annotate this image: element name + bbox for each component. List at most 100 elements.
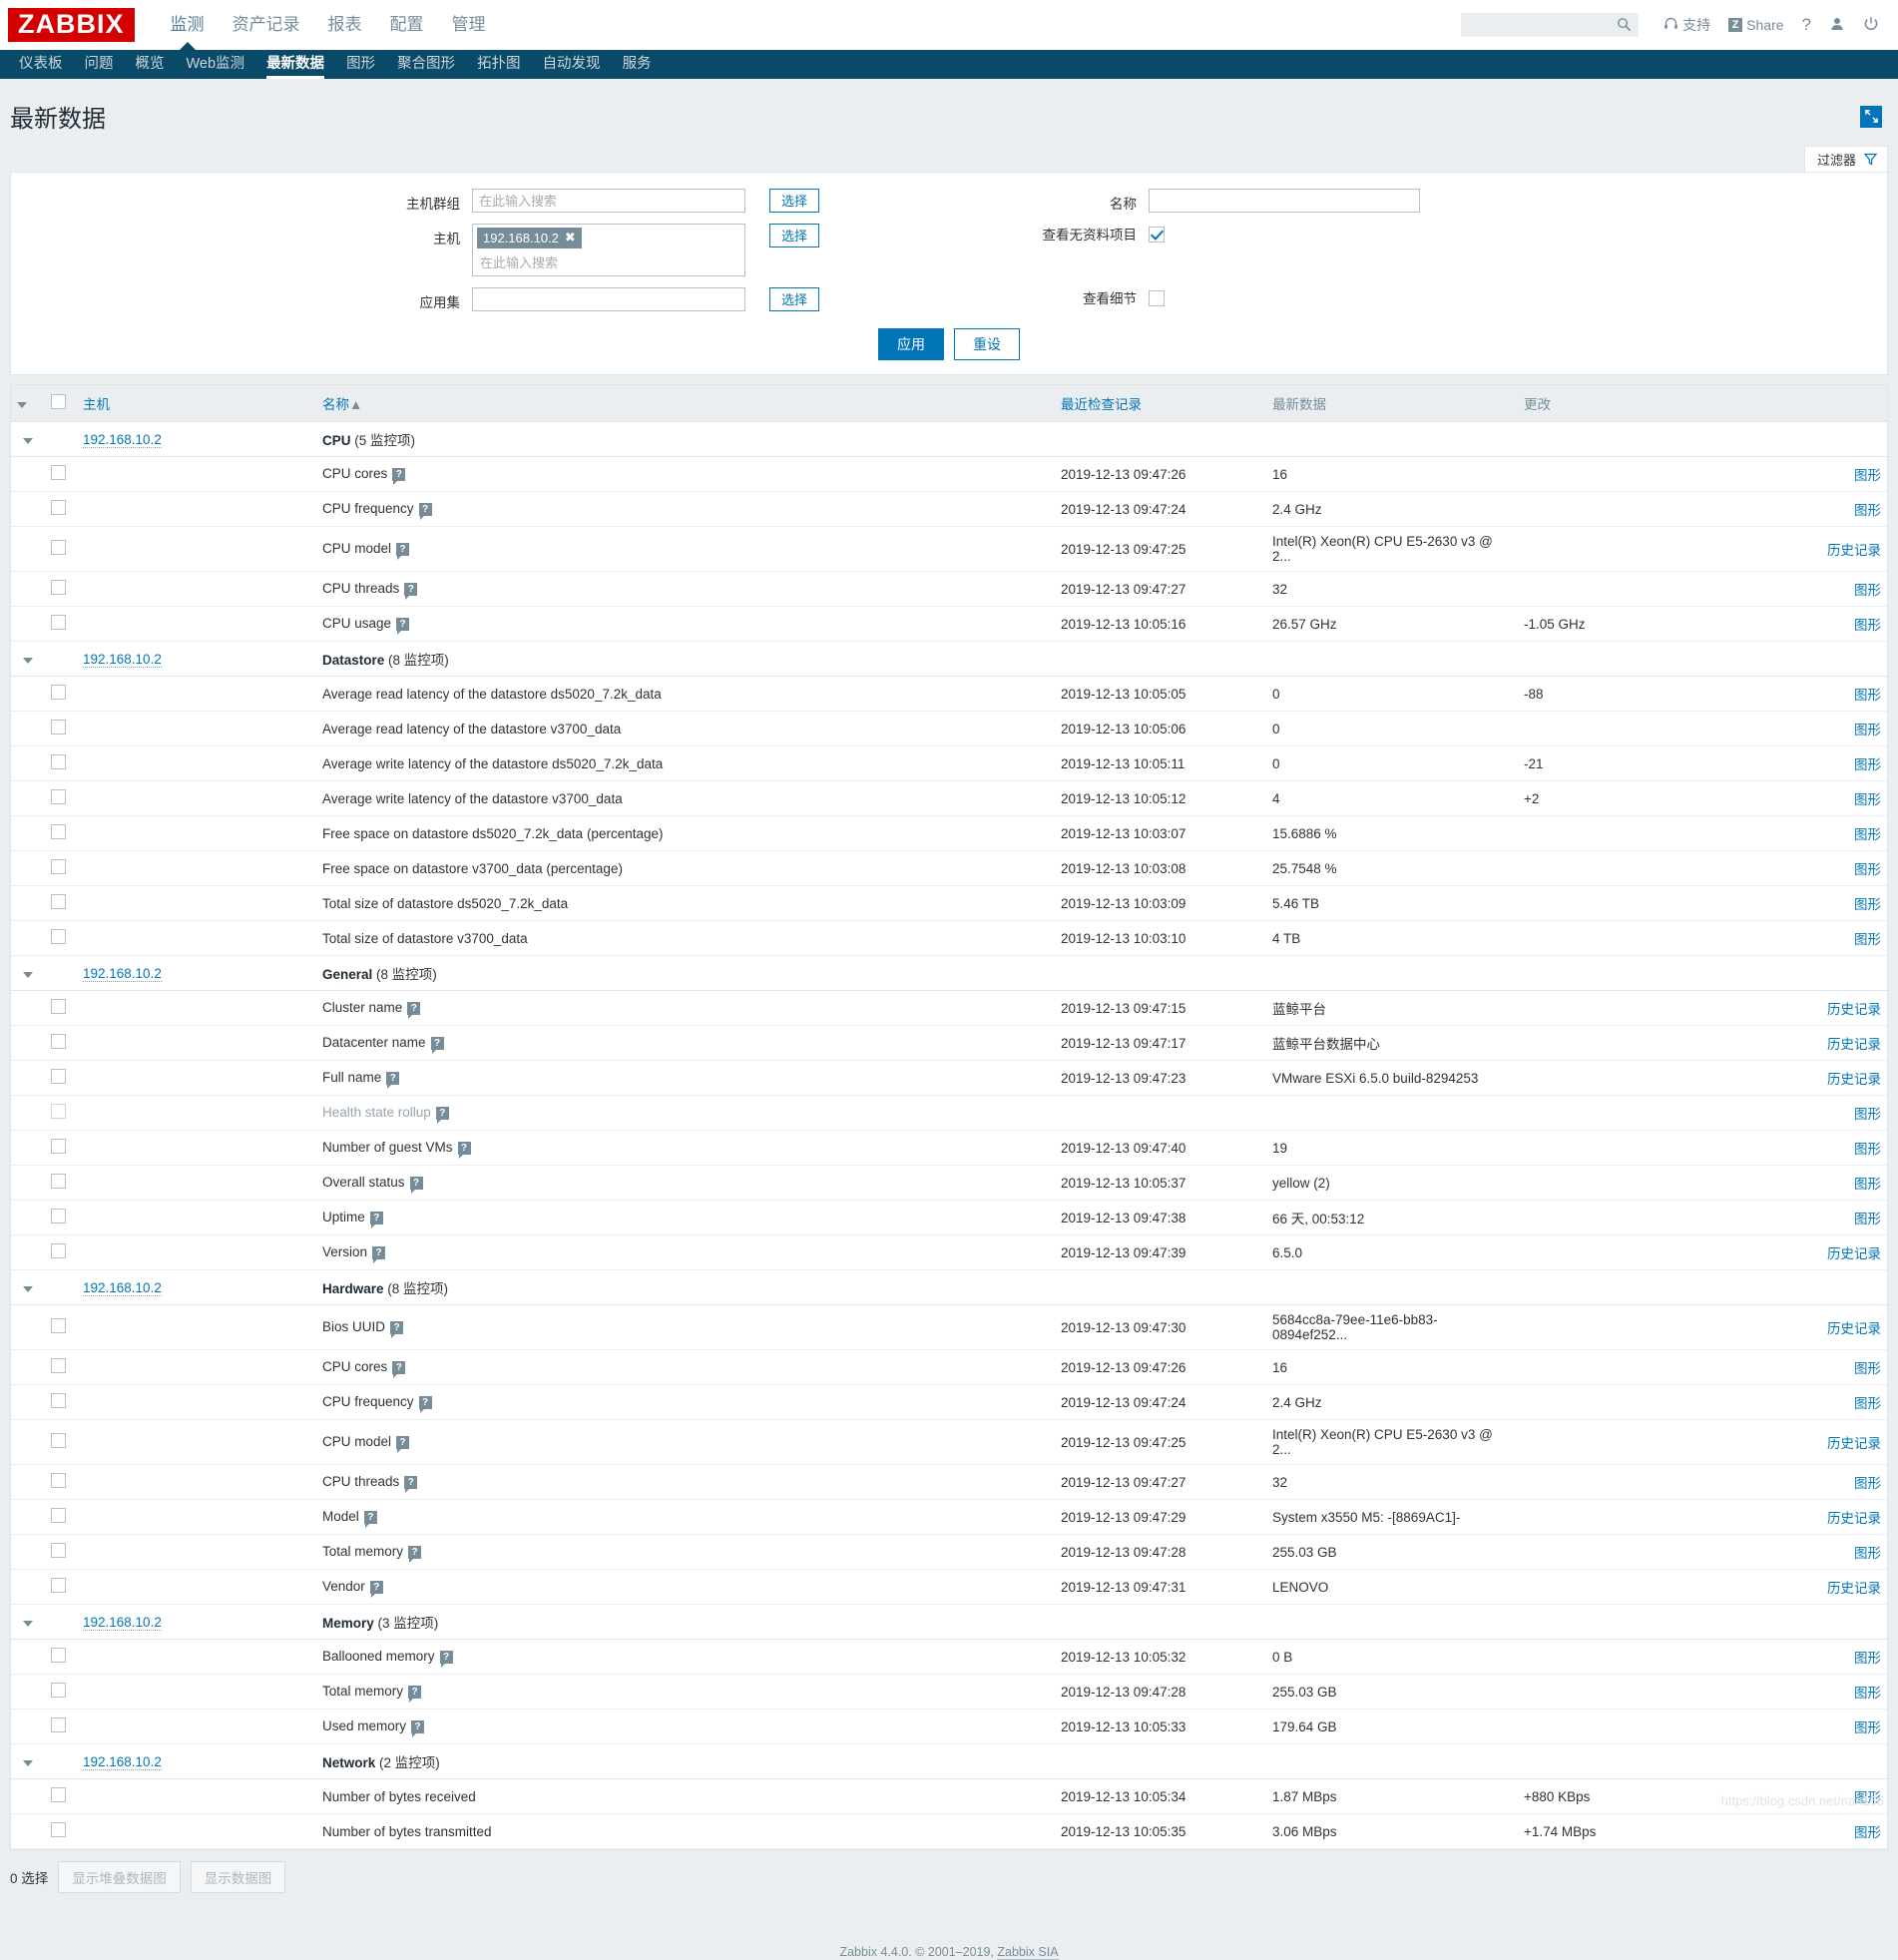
row-checkbox[interactable] [51, 894, 66, 909]
select-all-checkbox[interactable] [51, 394, 66, 409]
help-link[interactable]: ? [1793, 15, 1820, 35]
hostgroup-select-button[interactable]: 选择 [769, 189, 819, 213]
chevron-down-icon[interactable] [23, 1286, 33, 1292]
host-link[interactable]: 192.168.10.2 [83, 1754, 162, 1770]
row-checkbox[interactable] [51, 824, 66, 839]
zabbix-logo[interactable]: ZABBIX [8, 8, 135, 42]
share-link[interactable]: Z Share [1719, 17, 1792, 33]
filter-tab[interactable]: 过滤器 [1804, 146, 1888, 172]
application-select-button[interactable]: 选择 [769, 287, 819, 311]
main-menu-item-3[interactable]: 配置 [376, 0, 438, 50]
row-checkbox[interactable] [51, 1683, 66, 1698]
row-checkbox-cell[interactable] [45, 1420, 77, 1465]
row-action-link[interactable]: 图形 [1854, 1177, 1881, 1192]
row-checkbox-cell[interactable] [45, 816, 77, 851]
row-checkbox[interactable] [51, 1473, 66, 1488]
row-action-link[interactable]: 历史记录 [1827, 1246, 1881, 1261]
row-checkbox[interactable] [51, 1209, 66, 1224]
row-checkbox[interactable] [51, 1139, 66, 1154]
row-checkbox-cell[interactable] [45, 677, 77, 712]
row-checkbox[interactable] [51, 754, 66, 769]
row-checkbox-cell[interactable] [45, 1201, 77, 1235]
info-question-icon[interactable]: ? [408, 1546, 421, 1559]
row-action-link[interactable]: 图形 [1854, 827, 1881, 842]
sub-menu-item-7[interactable]: 拓扑图 [466, 50, 532, 79]
info-question-icon[interactable]: ? [408, 1686, 421, 1699]
row-checkbox-cell[interactable] [45, 1305, 77, 1350]
info-question-icon[interactable]: ? [436, 1107, 449, 1120]
host-link[interactable]: 192.168.10.2 [83, 1280, 162, 1296]
info-question-icon[interactable]: ? [440, 1651, 453, 1664]
name-column-header[interactable]: 名称▲ [316, 385, 1055, 422]
row-checkbox[interactable] [51, 1578, 66, 1593]
row-checkbox-cell[interactable] [45, 572, 77, 607]
row-checkbox[interactable] [51, 580, 66, 595]
row-checkbox-cell[interactable] [45, 1500, 77, 1535]
row-checkbox-cell[interactable] [45, 921, 77, 956]
row-checkbox[interactable] [51, 1393, 66, 1408]
last-check-column-header[interactable]: 最近检查记录 [1055, 385, 1266, 422]
row-checkbox[interactable] [51, 1174, 66, 1189]
row-checkbox[interactable] [51, 465, 66, 480]
chevron-down-icon[interactable] [17, 402, 27, 408]
row-checkbox-cell[interactable] [45, 886, 77, 921]
row-checkbox[interactable] [51, 1069, 66, 1084]
row-checkbox-cell[interactable] [45, 1640, 77, 1675]
row-checkbox-cell[interactable] [45, 1235, 77, 1270]
row-checkbox-cell[interactable] [45, 1675, 77, 1710]
expand-all-header[interactable] [11, 385, 45, 422]
row-action-link[interactable]: 图形 [1854, 932, 1881, 947]
info-question-icon[interactable]: ? [386, 1072, 399, 1085]
host-column-header[interactable]: 主机 [77, 385, 316, 422]
info-question-icon[interactable]: ? [404, 1476, 417, 1489]
info-question-icon[interactable]: ? [407, 1002, 420, 1015]
group-collapse-cell[interactable] [11, 642, 45, 677]
row-action-link[interactable]: 历史记录 [1827, 1321, 1881, 1336]
row-checkbox-cell[interactable] [45, 1096, 77, 1131]
row-action-link[interactable]: 图形 [1854, 1686, 1881, 1701]
group-collapse-cell[interactable] [11, 1605, 45, 1640]
row-action-link[interactable]: 图形 [1854, 862, 1881, 877]
main-menu-item-0[interactable]: 监测 [157, 0, 219, 50]
sub-menu-item-4[interactable]: 最新数据 [255, 50, 335, 79]
row-action-link[interactable]: 图形 [1854, 583, 1881, 598]
row-checkbox-cell[interactable] [45, 851, 77, 886]
row-checkbox-cell[interactable] [45, 1779, 77, 1814]
info-question-icon[interactable]: ? [370, 1581, 383, 1594]
info-question-icon[interactable]: ? [404, 583, 417, 596]
main-menu-item-2[interactable]: 报表 [314, 0, 376, 50]
row-checkbox-cell[interactable] [45, 781, 77, 816]
application-input[interactable] [472, 287, 745, 311]
info-question-icon[interactable]: ? [411, 1720, 424, 1733]
row-action-link[interactable]: 历史记录 [1827, 1072, 1881, 1087]
info-question-icon[interactable]: ? [392, 1361, 405, 1374]
info-question-icon[interactable]: ? [396, 543, 409, 556]
zabbix-sia-link[interactable]: Zabbix SIA [997, 1945, 1058, 1960]
hostgroup-input[interactable] [472, 189, 745, 213]
row-action-link[interactable]: 图形 [1854, 1546, 1881, 1561]
row-checkbox-cell[interactable] [45, 457, 77, 492]
group-collapse-cell[interactable] [11, 1270, 45, 1305]
chevron-down-icon[interactable] [23, 1760, 33, 1766]
main-menu-item-1[interactable]: 资产记录 [219, 0, 314, 50]
row-checkbox-cell[interactable] [45, 1166, 77, 1201]
row-action-link[interactable]: 图形 [1854, 897, 1881, 912]
kiosk-mode-button[interactable] [1860, 106, 1882, 128]
row-checkbox-cell[interactable] [45, 1061, 77, 1096]
info-question-icon[interactable]: ? [392, 468, 405, 481]
row-checkbox[interactable] [51, 1104, 66, 1119]
row-action-link[interactable]: 图形 [1854, 1107, 1881, 1122]
host-column-label[interactable]: 主机 [83, 397, 110, 412]
row-checkbox[interactable] [51, 859, 66, 874]
group-collapse-cell[interactable] [11, 956, 45, 991]
row-checkbox[interactable] [51, 540, 66, 555]
support-link[interactable]: 支持 [1655, 15, 1719, 35]
host-link[interactable]: 192.168.10.2 [83, 966, 162, 982]
reset-button[interactable]: 重设 [954, 328, 1020, 360]
host-select-button[interactable]: 选择 [769, 224, 819, 247]
sub-menu-item-8[interactable]: 自动发现 [532, 50, 612, 79]
row-checkbox-cell[interactable] [45, 1350, 77, 1385]
sub-menu-item-5[interactable]: 图形 [335, 50, 386, 79]
row-checkbox[interactable] [51, 720, 66, 735]
row-action-link[interactable]: 图形 [1854, 468, 1881, 483]
